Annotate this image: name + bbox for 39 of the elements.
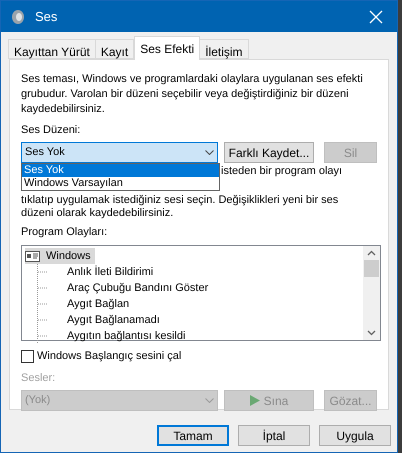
play-icon — [250, 395, 260, 406]
tree-item[interactable]: Windows — [25, 248, 95, 264]
save-as-button[interactable]: Farklı Kaydet... — [224, 142, 314, 163]
tree-item[interactable]: Aygıt Bağlanamadı — [67, 312, 160, 328]
sounds-label: Sesler: — [21, 370, 56, 386]
tree-connector — [37, 264, 47, 280]
tree-item[interactable]: Aygıt Bağlan — [67, 296, 130, 312]
tree-connector — [37, 280, 47, 296]
tree-item[interactable]: Anlık İleti Bildirimi — [67, 264, 154, 280]
scrollbar[interactable] — [363, 246, 380, 340]
tree-connector — [37, 296, 47, 312]
scheme-dropdown[interactable]: Ses Yok — [21, 142, 218, 163]
dialog-button[interactable]: İptal — [238, 425, 310, 446]
tree-item[interactable]: Aygıtın bağlantısı kesildi — [67, 328, 186, 344]
window-icon — [25, 250, 40, 262]
tree-connector — [37, 312, 47, 328]
speaker-icon — [11, 8, 25, 24]
tab[interactable]: Kayıttan Yürüt — [8, 39, 96, 59]
dialog-button[interactable]: Uygula — [319, 425, 391, 446]
events-label: Program Olayları: — [21, 225, 108, 240]
dialog-button[interactable]: Tamam — [157, 425, 229, 446]
window-title: Ses — [35, 8, 58, 26]
tree-connector — [37, 328, 47, 344]
intro-text: Ses teması, Windows ve programlardaki olaylara uygulanan ses efekti grubudur. Varolan bir düzeni seçebilir veya değiştirdiğiniz bir düzeni kaydedebilirsiniz. — [21, 72, 364, 117]
tree-item[interactable]: Araç Çubuğu Bandını Göster — [67, 280, 208, 296]
chevron-icon — [205, 150, 214, 155]
scheme-label: Ses Düzeni: — [21, 123, 82, 138]
dropdown-option[interactable]: Ses Yok — [22, 164, 219, 177]
chevron-icon — [205, 398, 214, 403]
hint-text: isteden bir program olayı — [221, 165, 342, 178]
hint-text: düzeni olarak kaydedebilirsiniz. — [21, 207, 174, 220]
hint-text: tıklatıp uygulamak istediğiniz sesi seçin. Değişiklikleri yeni bir ses — [21, 194, 338, 207]
checkbox-label: Windows Başlangıç sesini çal — [37, 349, 182, 364]
checkbox[interactable] — [21, 350, 34, 363]
tab[interactable]: İletişim — [199, 39, 249, 59]
tab[interactable]: Ses Efekti — [134, 36, 200, 60]
tab[interactable]: Kayıt — [94, 39, 134, 59]
scroll-thumb[interactable] — [364, 260, 379, 277]
close-icon[interactable] — [369, 10, 383, 24]
